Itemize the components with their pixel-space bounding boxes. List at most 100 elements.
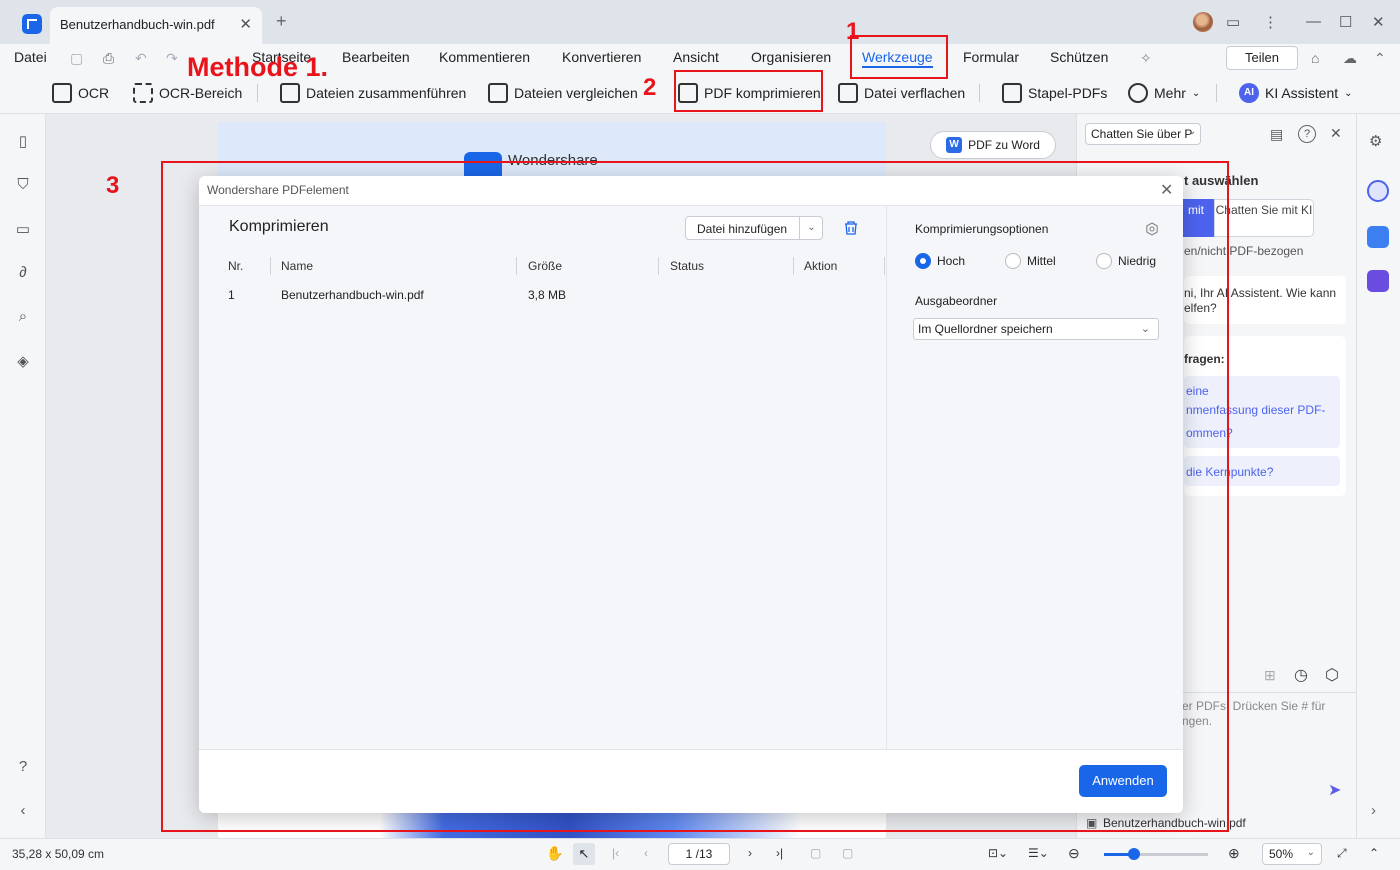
more-options-icon[interactable]: ⋮ (1263, 13, 1278, 31)
ocr-area-button[interactable]: OCR-Bereich (133, 82, 242, 104)
lightbulb-icon[interactable]: ✧ (1140, 50, 1152, 67)
menu-kommentieren[interactable]: Kommentieren (439, 49, 530, 65)
zoom-slider-handle[interactable] (1128, 848, 1140, 860)
chevron-down-icon: ⌄ (1188, 126, 1197, 137)
batch-pdfs-button[interactable]: Stapel-PDFs (1002, 82, 1107, 104)
menu-file[interactable]: Datei (14, 49, 47, 65)
search-icon[interactable]: ⌕ (14, 308, 32, 326)
undo-icon[interactable]: ↶ (135, 50, 147, 67)
close-tab-icon[interactable]: ✕ (239, 15, 252, 33)
fullscreen-icon[interactable]: ⤢ (1337, 846, 1347, 861)
ai-assistant-button[interactable]: AI KI Assistent ⌄ (1239, 82, 1353, 104)
close-window-icon[interactable]: ✕ (1372, 13, 1385, 31)
avatar[interactable] (1193, 12, 1213, 32)
maximize-icon[interactable]: ☐ (1339, 13, 1352, 31)
collapse-status-icon[interactable]: ⌃ (1369, 846, 1379, 860)
compare-files-button[interactable]: Dateien vergleichen (488, 82, 638, 104)
menu-bearbeiten[interactable]: Bearbeiten (342, 49, 410, 65)
pdf-to-word-button[interactable]: W PDF zu Word (930, 131, 1056, 159)
share-button[interactable]: Teilen (1226, 46, 1298, 70)
ocr-button[interactable]: OCR (52, 82, 109, 104)
ocr-icon (52, 83, 72, 103)
minimize-icon[interactable]: — (1306, 13, 1321, 30)
ai-close-icon[interactable]: ✕ (1330, 125, 1342, 142)
proofread-icon[interactable] (1367, 270, 1389, 292)
annotation-box-werkzeuge (850, 35, 948, 79)
org-icon[interactable]: ⌂ (1311, 50, 1319, 66)
page-thumbnail-icon[interactable]: ▯ (14, 132, 32, 150)
compare-icon (488, 83, 508, 103)
first-page-icon[interactable]: |‹ (612, 846, 619, 860)
merge-label: Dateien zusammenführen (306, 85, 467, 101)
ai-help-icon[interactable]: ? (1298, 125, 1316, 143)
save-icon[interactable]: ▢ (70, 50, 83, 67)
page-number-input[interactable]: 1 /13 (668, 843, 730, 865)
expand-icon[interactable]: ⌃ (1374, 50, 1386, 67)
ai-robot-icon[interactable] (1367, 180, 1389, 202)
chat-ai-mode-button[interactable]: Chatten Sie mit KI (1214, 199, 1314, 237)
document-tab-title: Benutzerhandbuch-win.pdf (60, 17, 215, 32)
next-page-icon[interactable]: › (748, 846, 752, 860)
zoom-select[interactable]: 50% ⌄ (1262, 843, 1322, 865)
document-tab[interactable]: Benutzerhandbuch-win.pdf ✕ (50, 7, 262, 44)
zoom-in-icon[interactable]: ⊕ (1228, 845, 1240, 862)
redo-icon[interactable]: ↷ (166, 50, 178, 67)
bookmark-icon[interactable]: ⛉ (14, 176, 32, 194)
more-label: Mehr (1154, 85, 1186, 101)
view-mode-icon[interactable]: ☰⌄ (1028, 846, 1049, 860)
menu-ansicht[interactable]: Ansicht (673, 49, 719, 65)
send-icon[interactable]: ➤ (1328, 780, 1341, 800)
word-icon: W (946, 137, 963, 153)
comment-icon[interactable]: ▭ (14, 220, 32, 238)
hand-tool-icon[interactable]: ✋ (546, 845, 563, 862)
toolbar-separator (1216, 84, 1217, 102)
new-tab-icon[interactable]: + (276, 11, 287, 32)
history-icon[interactable]: ◷ (1294, 665, 1308, 685)
toolbar-separator (257, 84, 258, 102)
feedback-icon[interactable]: ▭ (1226, 13, 1240, 31)
menu-schuetzen[interactable]: Schützen (1050, 49, 1108, 65)
page-dimensions: 35,28 x 50,09 cm (12, 847, 105, 861)
layers-icon[interactable]: ◈ (14, 352, 32, 370)
batch-label: Stapel-PDFs (1028, 85, 1108, 101)
last-page-icon[interactable]: ›| (776, 846, 783, 860)
left-sidebar: ▯ ⛉ ▭ ∂ ⌕ ◈ ? ‹ (0, 114, 46, 838)
ocr-area-label: OCR-Bereich (159, 85, 243, 101)
prev-page-icon[interactable]: ‹ (644, 846, 648, 860)
ocr-area-icon (133, 83, 153, 103)
menu-formular[interactable]: Formular (963, 49, 1019, 65)
add-icon[interactable]: ⊞ (1264, 667, 1276, 684)
annotation-step-3: 3 (106, 172, 120, 199)
single-page-icon[interactable]: ▢ (810, 846, 821, 860)
flatten-file-button[interactable]: Datei verflachen (838, 82, 965, 104)
print-icon[interactable]: ⎙ (103, 50, 114, 67)
attachment-icon[interactable]: ∂ (14, 264, 32, 282)
ai-assistant-label: KI Assistent (1265, 85, 1339, 101)
annotation-step-2: 2 (643, 74, 657, 101)
pdf-to-word-label: PDF zu Word (968, 138, 1040, 152)
flatten-icon (838, 83, 858, 103)
app-logo-icon (22, 14, 42, 34)
select-tool-icon[interactable]: ↖ (573, 843, 595, 865)
merge-files-button[interactable]: Dateien zusammenführen (280, 82, 466, 104)
cloud-upload-icon[interactable]: ☁ (1343, 50, 1357, 67)
collapse-left-icon[interactable]: ‹ (14, 802, 32, 820)
zoom-out-icon[interactable]: ⊖ (1068, 845, 1080, 862)
more-tools-button[interactable]: Mehr ⌄ (1128, 82, 1200, 104)
ai-chat-select[interactable]: Chatten Sie über P (1085, 123, 1201, 145)
collapse-right-icon[interactable]: › (1371, 802, 1376, 819)
rotate-icon[interactable]: ▢ (842, 846, 853, 860)
annotation-box-compress (674, 70, 823, 112)
chevron-down-icon: ⌄ (1191, 87, 1201, 99)
ai-settings-icon[interactable]: ⬡ (1325, 665, 1339, 685)
new-chat-icon[interactable]: ▤ (1270, 126, 1283, 143)
menu-konvertieren[interactable]: Konvertieren (562, 49, 641, 65)
menu-organisieren[interactable]: Organisieren (751, 49, 831, 65)
more-icon (1128, 83, 1148, 103)
help-icon[interactable]: ? (14, 758, 32, 776)
fit-icon[interactable]: ⊡⌄ (988, 846, 1008, 860)
ai-chat-select-label: Chatten Sie über P (1091, 127, 1193, 141)
properties-icon[interactable]: ⚙ (1369, 132, 1382, 150)
chevron-down-icon: ⌄ (1306, 847, 1315, 858)
translate-icon[interactable] (1367, 226, 1389, 248)
